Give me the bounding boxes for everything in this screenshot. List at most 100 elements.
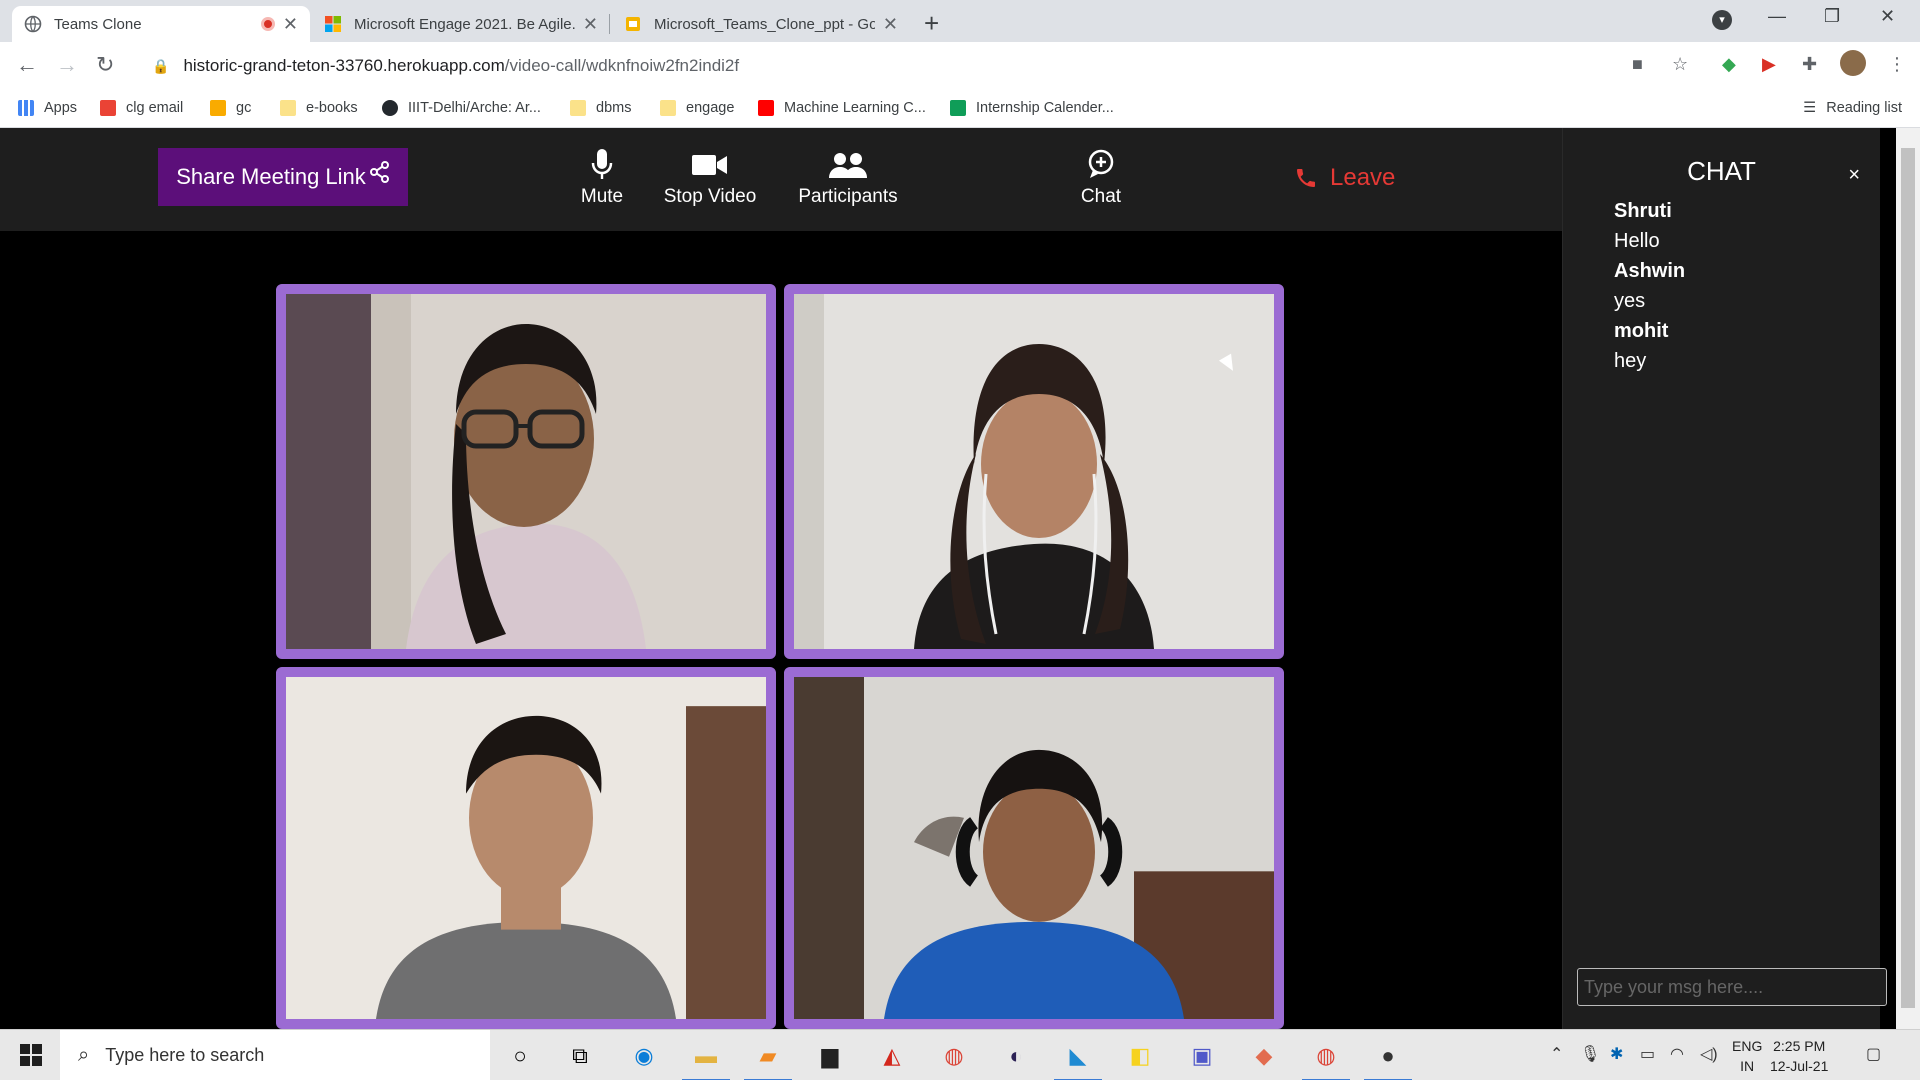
bookmark-clg-email[interactable]: clg email — [100, 100, 183, 116]
bookmark-iiit-delhi[interactable]: IIIT-Delhi/Arche: Ar... — [382, 100, 541, 116]
back-arrow-icon[interactable]: ← — [16, 52, 38, 78]
system-clock[interactable]: 2:25 PM 12-Jul-21 — [1770, 1036, 1828, 1076]
stop-video-button[interactable]: Stop Video — [660, 148, 760, 208]
chat-message-input[interactable] — [1577, 968, 1887, 1006]
message-sender: mohit — [1614, 320, 1669, 342]
chrome-active-icon[interactable]: ◍ — [1302, 1038, 1350, 1080]
participants-button[interactable]: Participants — [794, 148, 902, 208]
tab-teams-clone[interactable]: Teams Clone ✕ — [12, 6, 310, 42]
reload-icon[interactable]: ↻ — [96, 52, 114, 78]
message-text: Hello — [1614, 230, 1660, 252]
youtube-extension-icon[interactable]: ▶ — [1762, 54, 1776, 75]
mute-button[interactable]: Mute — [574, 148, 630, 208]
call-toolbar: Share Meeting Link Mute Stop Video Parti… — [0, 128, 1562, 231]
chat-bubble-icon — [1088, 149, 1114, 178]
reading-list-label: Reading list — [1826, 100, 1902, 116]
puzzle-icon[interactable]: ✚ — [1802, 54, 1817, 75]
bookmark-internship-calender[interactable]: Internship Calender... — [950, 100, 1114, 116]
recording-icon — [260, 17, 275, 31]
message-sender: Shruti — [1614, 200, 1672, 222]
tab-search-icon[interactable]: ▾ — [1712, 10, 1732, 30]
obs-icon[interactable]: ● — [1364, 1038, 1412, 1080]
folder-icon — [570, 100, 586, 116]
participant-video — [794, 677, 1274, 1019]
close-chat-icon[interactable]: × — [1848, 164, 1860, 187]
slides-icon — [626, 17, 640, 31]
close-window-icon[interactable]: ✕ — [1880, 6, 1895, 27]
teams-icon[interactable]: ▣ — [1184, 1038, 1220, 1074]
video-call-app: Share Meeting Link Mute Stop Video Parti… — [0, 128, 1920, 1029]
show-hidden-icons[interactable]: ⌃ — [1550, 1044, 1563, 1064]
camera-icon[interactable]: ■ — [1632, 54, 1643, 75]
tab-microsoft-engage[interactable]: Microsoft Engage 2021. Be Agile. ✕ — [312, 6, 610, 42]
bookmark-dbms[interactable]: dbms — [570, 100, 631, 116]
language-indicator[interactable]: ENG IN — [1732, 1036, 1762, 1076]
windows-start-icon[interactable] — [20, 1044, 42, 1066]
terminal-icon[interactable]: ▆ — [812, 1038, 848, 1074]
bookmark-label: Internship Calender... — [976, 100, 1114, 116]
profile-avatar[interactable] — [1840, 50, 1866, 76]
close-tab-icon[interactable]: ✕ — [583, 14, 598, 35]
tab-separator — [609, 14, 610, 34]
bookmark-apps[interactable]: Apps — [18, 100, 77, 116]
reading-list[interactable]: ☰ Reading list — [1803, 100, 1902, 116]
video-camera-icon — [692, 155, 727, 175]
youtube-icon — [758, 100, 774, 116]
wifi-icon[interactable]: ◠ — [1670, 1044, 1684, 1064]
bookmarks-bar: Apps clg email gc e-books IIIT-Delhi/Arc… — [0, 90, 1920, 128]
message-sender: Ashwin — [1614, 260, 1686, 282]
bookmark-label: IIIT-Delhi/Arche: Ar... — [408, 100, 541, 116]
reading-list-icon: ☰ — [1803, 100, 1817, 116]
chat-button[interactable]: Chat — [1080, 148, 1122, 208]
cortana-icon[interactable]: ○ — [502, 1038, 538, 1074]
chrome-icon[interactable]: ◍ — [936, 1038, 972, 1074]
bookmark-label: Machine Learning C... — [784, 100, 926, 116]
tab-title: Microsoft_Teams_Clone_ppt - Go — [654, 15, 875, 33]
bookmark-e-books[interactable]: e-books — [280, 100, 358, 116]
new-tab-button[interactable]: + — [924, 8, 939, 39]
bookmark-star-icon[interactable]: ☆ — [1672, 54, 1688, 75]
leave-label: Leave — [1330, 164, 1396, 191]
edge-icon[interactable]: ◉ — [626, 1038, 662, 1074]
extension-icon[interactable]: ◆ — [1722, 54, 1736, 75]
volume-icon[interactable]: ◁) — [1700, 1044, 1718, 1064]
close-tab-icon[interactable]: ✕ — [883, 14, 898, 35]
task-view-icon[interactable]: ⧉ — [562, 1038, 598, 1074]
tab-title: Microsoft Engage 2021. Be Agile. — [354, 15, 575, 33]
sublime-text-icon[interactable]: ▰ — [744, 1038, 792, 1080]
notifications-icon[interactable]: ▢ — [1866, 1044, 1881, 1064]
leave-button[interactable]: Leave — [1294, 164, 1395, 192]
file-explorer-icon[interactable]: ▬ — [682, 1038, 730, 1080]
eclipse-icon[interactable]: ◐ — [998, 1038, 1034, 1074]
tab-title: Teams Clone — [54, 15, 142, 33]
bluetooth-icon[interactable]: ✱ — [1610, 1044, 1623, 1064]
forward-arrow-icon[interactable]: → — [56, 52, 78, 78]
tab-teams-clone-ppt[interactable]: Microsoft_Teams_Clone_ppt - Go ✕ — [612, 6, 910, 42]
minimize-icon[interactable]: — — [1768, 6, 1786, 27]
message-text: yes — [1614, 290, 1646, 312]
share-meeting-link-button[interactable]: Share Meeting Link — [158, 148, 408, 206]
video-tile — [784, 667, 1284, 1029]
menu-dots-icon[interactable]: ⋮ — [1888, 54, 1906, 75]
gmail-icon — [100, 100, 116, 116]
chat-title: CHAT — [1687, 156, 1756, 186]
bookmark-engage[interactable]: engage — [660, 100, 734, 116]
bookmark-machine-learning[interactable]: Machine Learning C... — [758, 100, 926, 116]
taskbar-search[interactable]: ⌕ Type here to search — [60, 1030, 490, 1080]
restore-icon[interactable]: ❐ — [1824, 6, 1840, 27]
participant-video — [794, 294, 1274, 649]
close-tab-icon[interactable]: ✕ — [283, 14, 298, 35]
bookmark-label: clg email — [126, 100, 184, 116]
clock-date: 12-Jul-21 — [1770, 1058, 1829, 1074]
vscode-icon[interactable]: ◣ — [1054, 1038, 1102, 1080]
scrollbar-thumb[interactable] — [1901, 148, 1915, 1008]
bookmark-gc[interactable]: gc — [210, 100, 251, 116]
url-bar[interactable]: 🔒 historic-grand-teton-33760.herokuapp.c… — [140, 50, 1710, 82]
app-icon[interactable]: ◆ — [1246, 1038, 1282, 1074]
page-scrollbar[interactable] — [1896, 128, 1920, 1029]
sticky-notes-icon[interactable]: ◧ — [1122, 1038, 1158, 1074]
classroom-icon — [210, 100, 226, 116]
apps-grid-icon — [18, 100, 34, 116]
people-icon — [829, 153, 867, 178]
acrobat-icon[interactable]: ◭ — [874, 1038, 910, 1074]
